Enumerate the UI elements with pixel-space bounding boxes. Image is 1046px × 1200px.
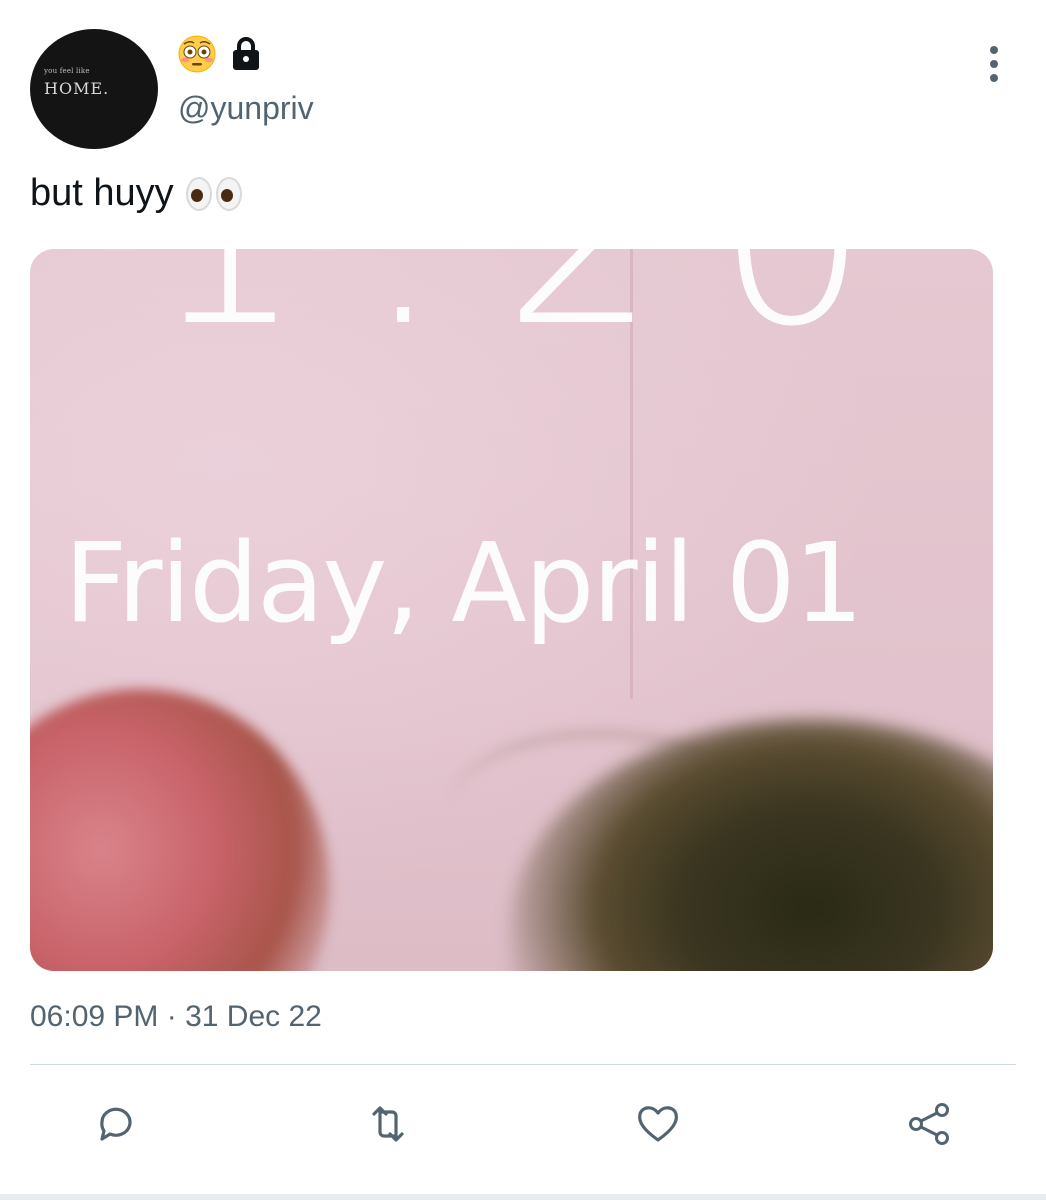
eyes-emoji [185,176,242,211]
tweet-body: but huyy [30,172,174,214]
action-bar [0,1100,1046,1150]
like-icon[interactable] [634,1100,682,1148]
lock-icon [230,37,262,71]
lockscreen-date: Friday, April 01 [64,519,864,647]
tweet-timestamp: 06:09 PM · 31 Dec 22 [30,1000,322,1034]
reply-icon[interactable] [92,1100,140,1148]
tweet-media-image[interactable]: 1:20 Friday, April 01 [30,249,993,971]
lockscreen-clock: 1:20 [150,249,929,379]
avatar-title: HOME. [44,79,110,98]
bottom-edge [0,1194,1046,1200]
avatar-caption: you feel like [44,67,90,75]
divider [30,1064,1016,1065]
user-handle[interactable]: @yunpriv [178,90,314,127]
meta-separator: · [158,1000,186,1033]
avatar[interactable]: you feel like HOME. [30,29,158,149]
more-options-icon[interactable] [984,46,1004,82]
retweet-icon[interactable] [364,1100,412,1148]
tweet-time: 06:09 PM [30,1000,159,1033]
tweet-date: 31 Dec 22 [185,1000,322,1033]
share-icon[interactable] [906,1100,954,1148]
display-name[interactable] [178,34,262,74]
flushed-face-emoji [178,35,216,73]
tweet-text: but huyy [30,172,242,215]
